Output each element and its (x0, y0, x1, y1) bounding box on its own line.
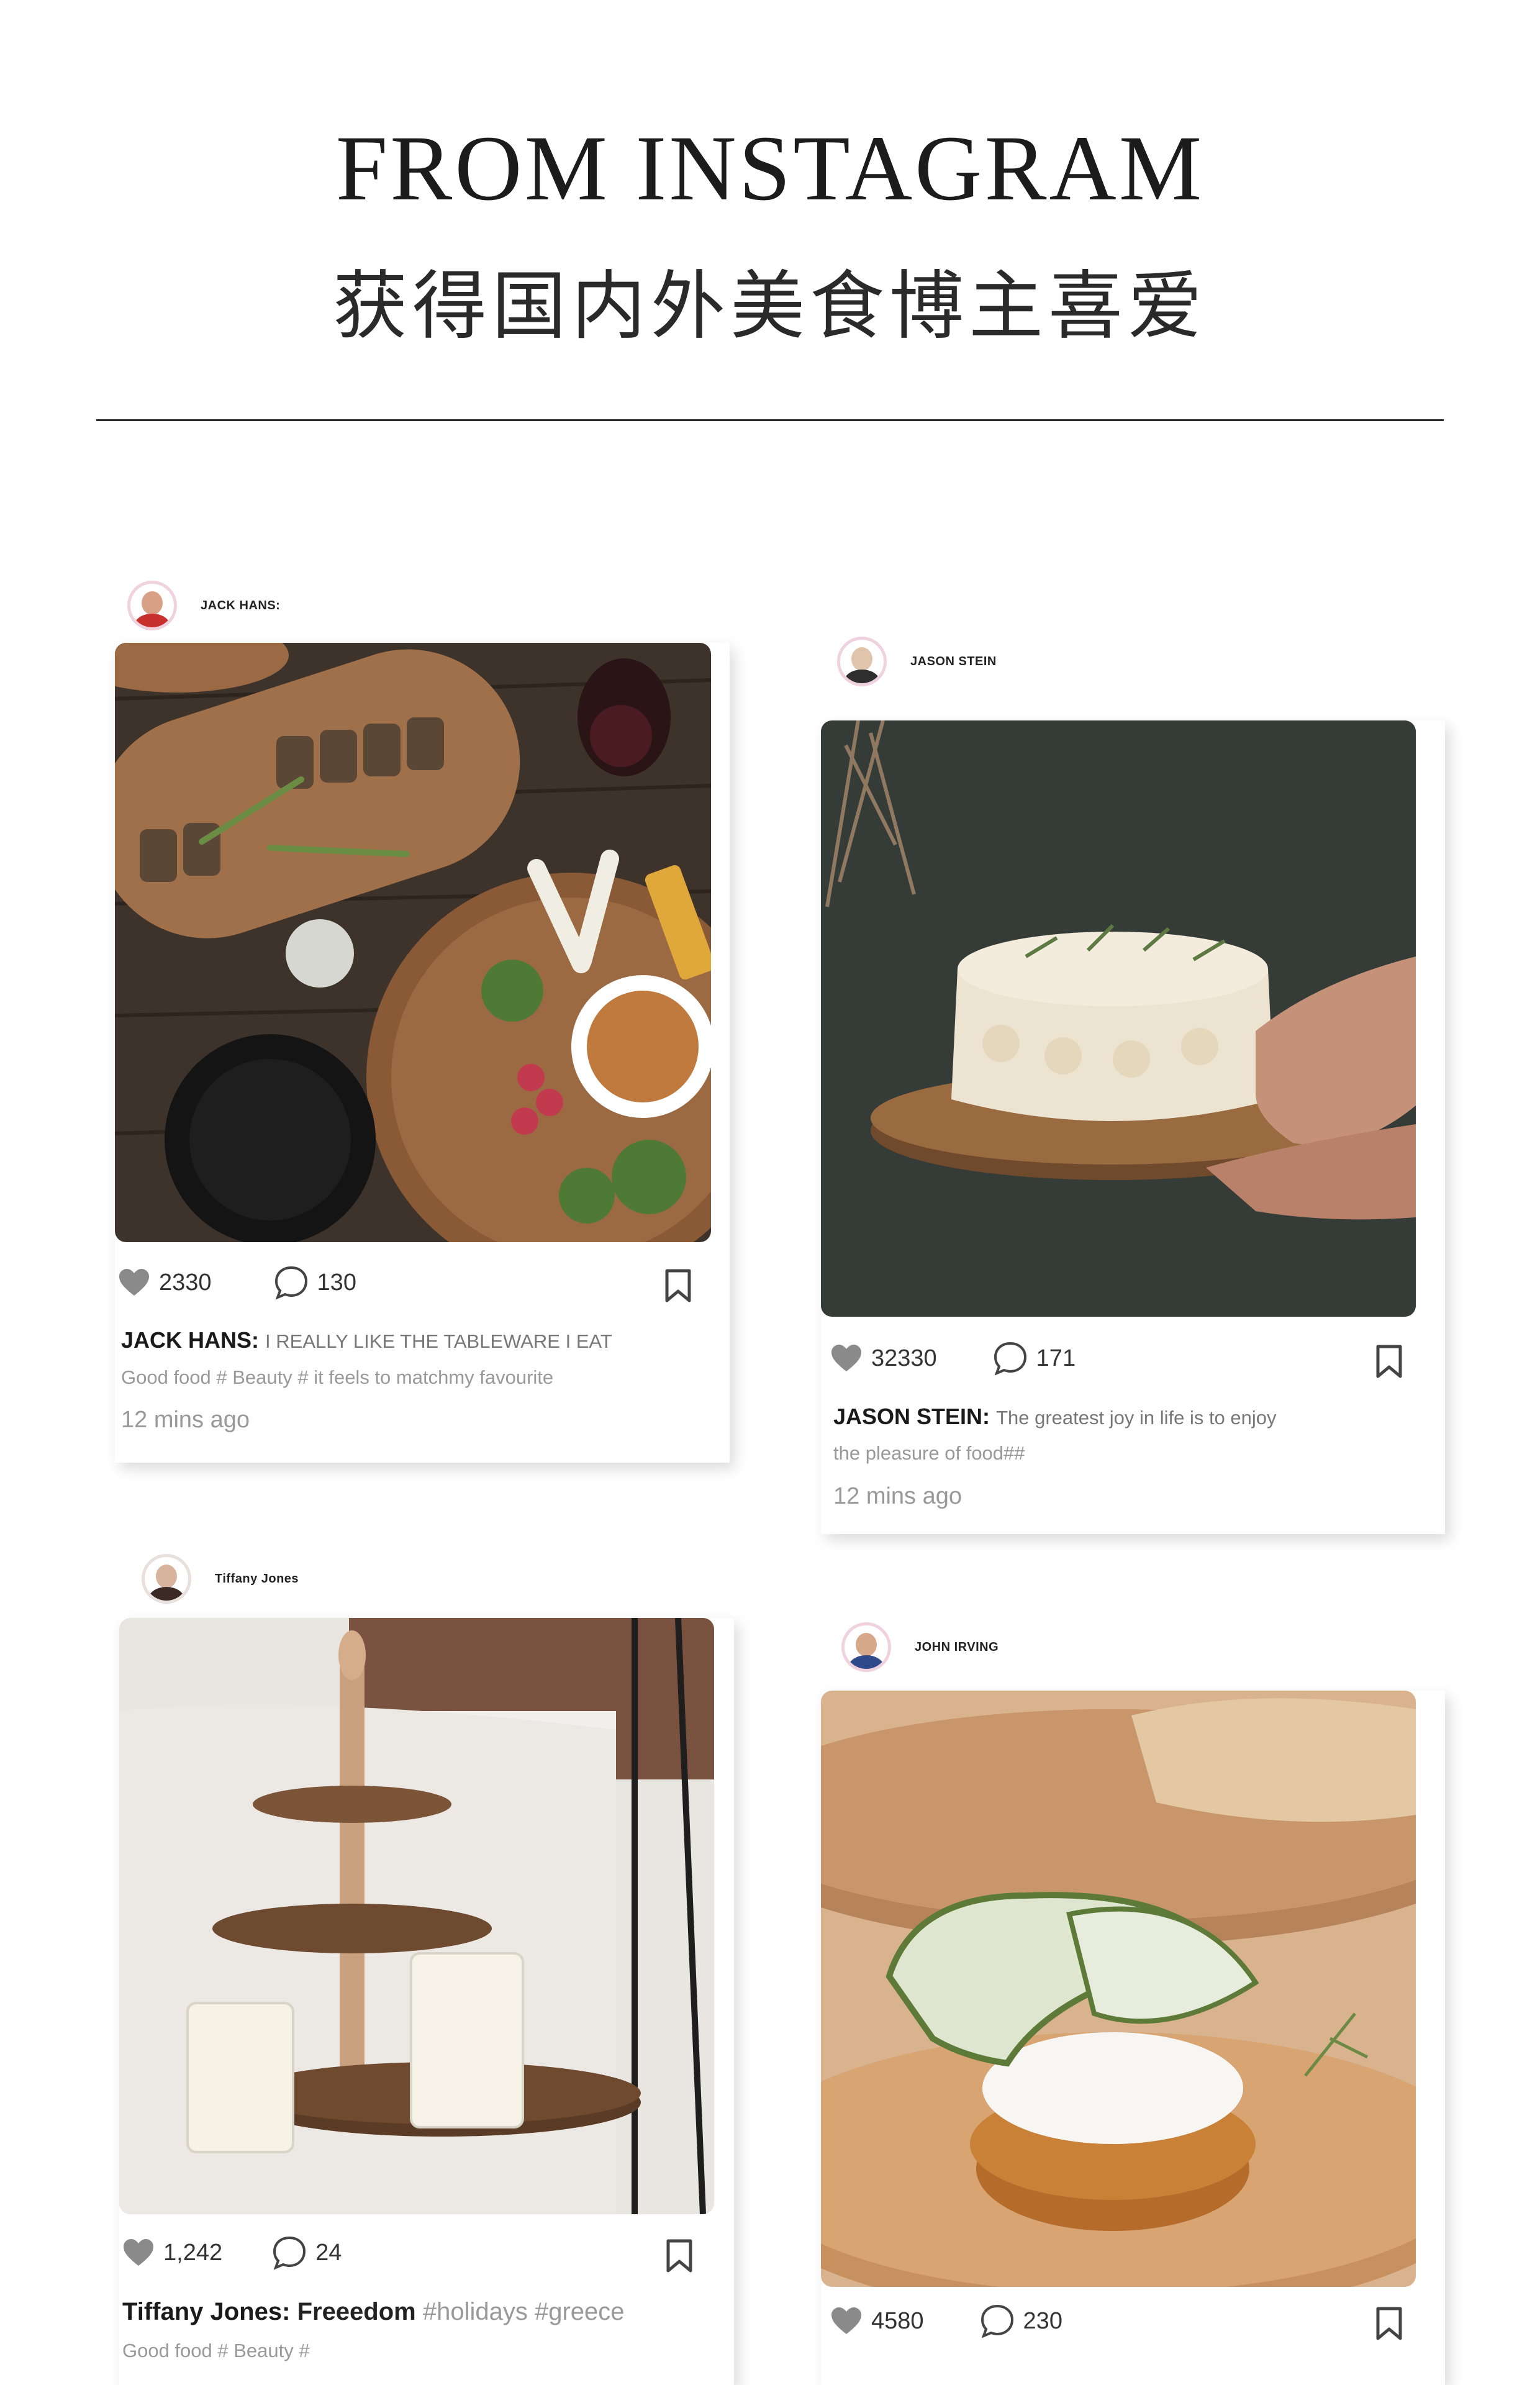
post-3-card: 1,242 24 Tiffany Jones: Freeedom #holida… (119, 1618, 734, 2385)
heart-icon (119, 1269, 149, 1296)
post-3-caption: Tiffany Jones: Freeedom #holidays #greec… (122, 2298, 625, 2326)
username[interactable]: Tiffany Jones (215, 1572, 299, 1586)
comment-icon (273, 2236, 306, 2270)
heart-icon (124, 2239, 153, 2266)
post-1-actions: 2330 130 (118, 1264, 356, 1301)
caption-tags[interactable]: #holidays #greece (423, 2298, 625, 2325)
avatar[interactable] (142, 1554, 191, 1604)
bookmark-icon[interactable] (1375, 1345, 1403, 1378)
like-count: 1,242 (163, 2239, 223, 2266)
like-button[interactable]: 1,242 (122, 2238, 222, 2267)
post-4-card: 4580 230 (821, 1691, 1445, 2385)
post-2-card: 32330 171 JASON STEIN: The greatest joy … (821, 720, 1445, 1534)
caption-text: The greatest joy in life is to enjoy (996, 1407, 1277, 1429)
post-2-time: 12 mins ago (833, 1483, 962, 1509)
heart-icon (831, 1345, 861, 1371)
post-4-photo[interactable] (821, 1691, 1416, 2287)
post-2-actions: 32330 171 (830, 1340, 1076, 1377)
post-1-photo[interactable] (115, 643, 711, 1242)
like-count: 4580 (871, 2307, 924, 2334)
post-1-tagline: Good food # Beauty # it feels to matchmy… (121, 1366, 554, 1388)
like-button[interactable]: 4580 (830, 2307, 924, 2335)
post-3-actions: 1,242 24 (122, 2234, 342, 2271)
caption-user[interactable]: Tiffany Jones: (122, 2298, 290, 2325)
comment-button[interactable]: 171 (993, 1341, 1076, 1376)
username[interactable]: JASON STEIN (910, 655, 997, 669)
comment-icon (981, 2304, 1013, 2338)
caption-text: I REALLY LIKE THE TABLEWARE I EAT (265, 1330, 612, 1352)
like-count: 32330 (871, 1345, 937, 1371)
post-2-caption: JASON STEIN: The greatest joy in life is… (833, 1404, 1277, 1430)
page-subtitle: 获得国内外美食博主喜爱 (333, 263, 1207, 350)
comment-button[interactable]: 24 (272, 2235, 342, 2270)
post-4-user[interactable]: JOHN IRVING (841, 1622, 999, 1672)
post-4-actions: 4580 230 (830, 2302, 1062, 2340)
username[interactable]: JOHN IRVING (915, 1640, 999, 1655)
like-button[interactable]: 2330 (118, 1268, 212, 1297)
post-3-user[interactable]: Tiffany Jones (142, 1554, 299, 1604)
post-1-caption: JACK HANS: I REALLY LIKE THE TABLEWARE I… (121, 1327, 612, 1353)
comment-count: 171 (1036, 1345, 1076, 1371)
post-1-card: 2330 130 JACK HANS: I REALLY LIKE THE TA… (115, 643, 730, 1463)
bookmark-icon[interactable] (1375, 2307, 1403, 2340)
avatar[interactable] (841, 1622, 891, 1672)
like-count: 2330 (159, 1269, 212, 1296)
comment-icon (994, 1342, 1026, 1376)
comment-count: 130 (317, 1269, 356, 1296)
comment-count: 24 (315, 2239, 342, 2266)
post-1-user[interactable]: JACK HANS: (127, 581, 280, 630)
comment-button[interactable]: 130 (274, 1265, 356, 1300)
heart-icon (831, 2307, 861, 2334)
caption-user[interactable]: JACK HANS: (121, 1327, 259, 1353)
bookmark-icon[interactable] (666, 2239, 693, 2273)
avatar[interactable] (837, 637, 887, 686)
post-3-tagline: Good food # Beauty # (122, 2340, 310, 2361)
page-title: FROM INSTAGRAM (335, 117, 1205, 220)
username[interactable]: JACK HANS: (201, 599, 280, 613)
caption-user[interactable]: JASON STEIN: (833, 1404, 990, 1429)
comment-button[interactable]: 230 (980, 2304, 1062, 2338)
header-divider (96, 419, 1444, 421)
like-button[interactable]: 32330 (830, 1344, 937, 1373)
post-2-tagline: the pleasure of food## (833, 1442, 1025, 1464)
avatar[interactable] (127, 581, 177, 630)
comment-count: 230 (1023, 2307, 1062, 2334)
caption-text: Freeedom (297, 2298, 416, 2325)
comment-icon (274, 1266, 307, 1300)
bookmark-icon[interactable] (664, 1269, 692, 1302)
post-3-photo[interactable] (119, 1618, 714, 2214)
post-2-user[interactable]: JASON STEIN (837, 637, 997, 686)
post-2-photo[interactable] (821, 720, 1416, 1317)
post-1-time: 12 mins ago (121, 1407, 250, 1433)
